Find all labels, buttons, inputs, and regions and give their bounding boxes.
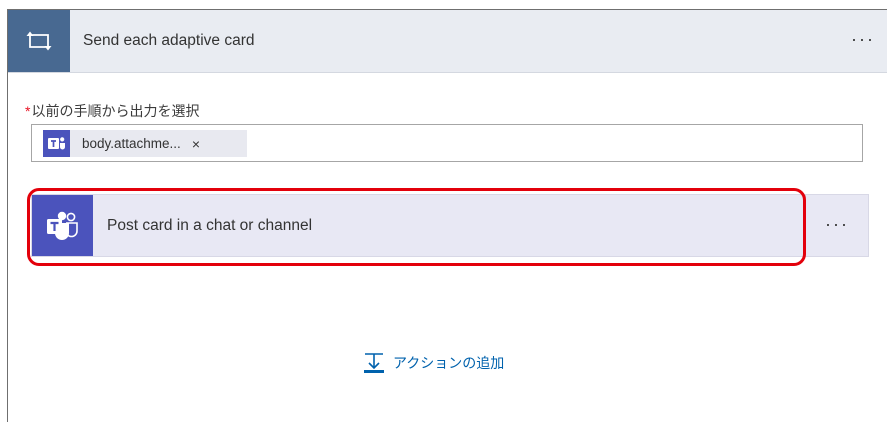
- insert-step-icon: [364, 353, 384, 373]
- foreach-title[interactable]: Send each adaptive card: [83, 10, 254, 72]
- foreach-icon-box: [8, 10, 70, 72]
- loop-icon: [26, 31, 52, 51]
- add-action-label[interactable]: アクションの追加: [393, 353, 504, 373]
- teams-icon: [47, 136, 65, 149]
- token-text: body.attachme...: [82, 136, 181, 151]
- select-output-label: *以前の手順から出力を選択: [25, 101, 199, 121]
- dynamic-content-token[interactable]: body.attachme... ×: [43, 130, 247, 157]
- foreach-more-options-button[interactable]: ···: [851, 10, 875, 72]
- select-output-label-text: 以前の手順から出力を選択: [31, 103, 200, 119]
- add-action-button[interactable]: アクションの追加: [363, 348, 504, 378]
- action-more-options-button[interactable]: ···: [806, 195, 868, 256]
- select-output-input[interactable]: body.attachme... ×: [31, 124, 863, 162]
- foreach-header[interactable]: Send each adaptive card ···: [8, 10, 887, 73]
- token-icon-box: [43, 130, 70, 157]
- required-marker: *: [25, 103, 31, 119]
- action-icon-box: [32, 195, 93, 256]
- action-title[interactable]: Post card in a chat or channel: [107, 195, 312, 256]
- flow-designer-canvas: Send each adaptive card ··· *以前の手順から出力を選…: [0, 0, 887, 422]
- post-card-action[interactable]: Post card in a chat or channel ···: [31, 194, 869, 257]
- token-remove-button[interactable]: ×: [192, 136, 200, 152]
- teams-icon: [46, 211, 78, 240]
